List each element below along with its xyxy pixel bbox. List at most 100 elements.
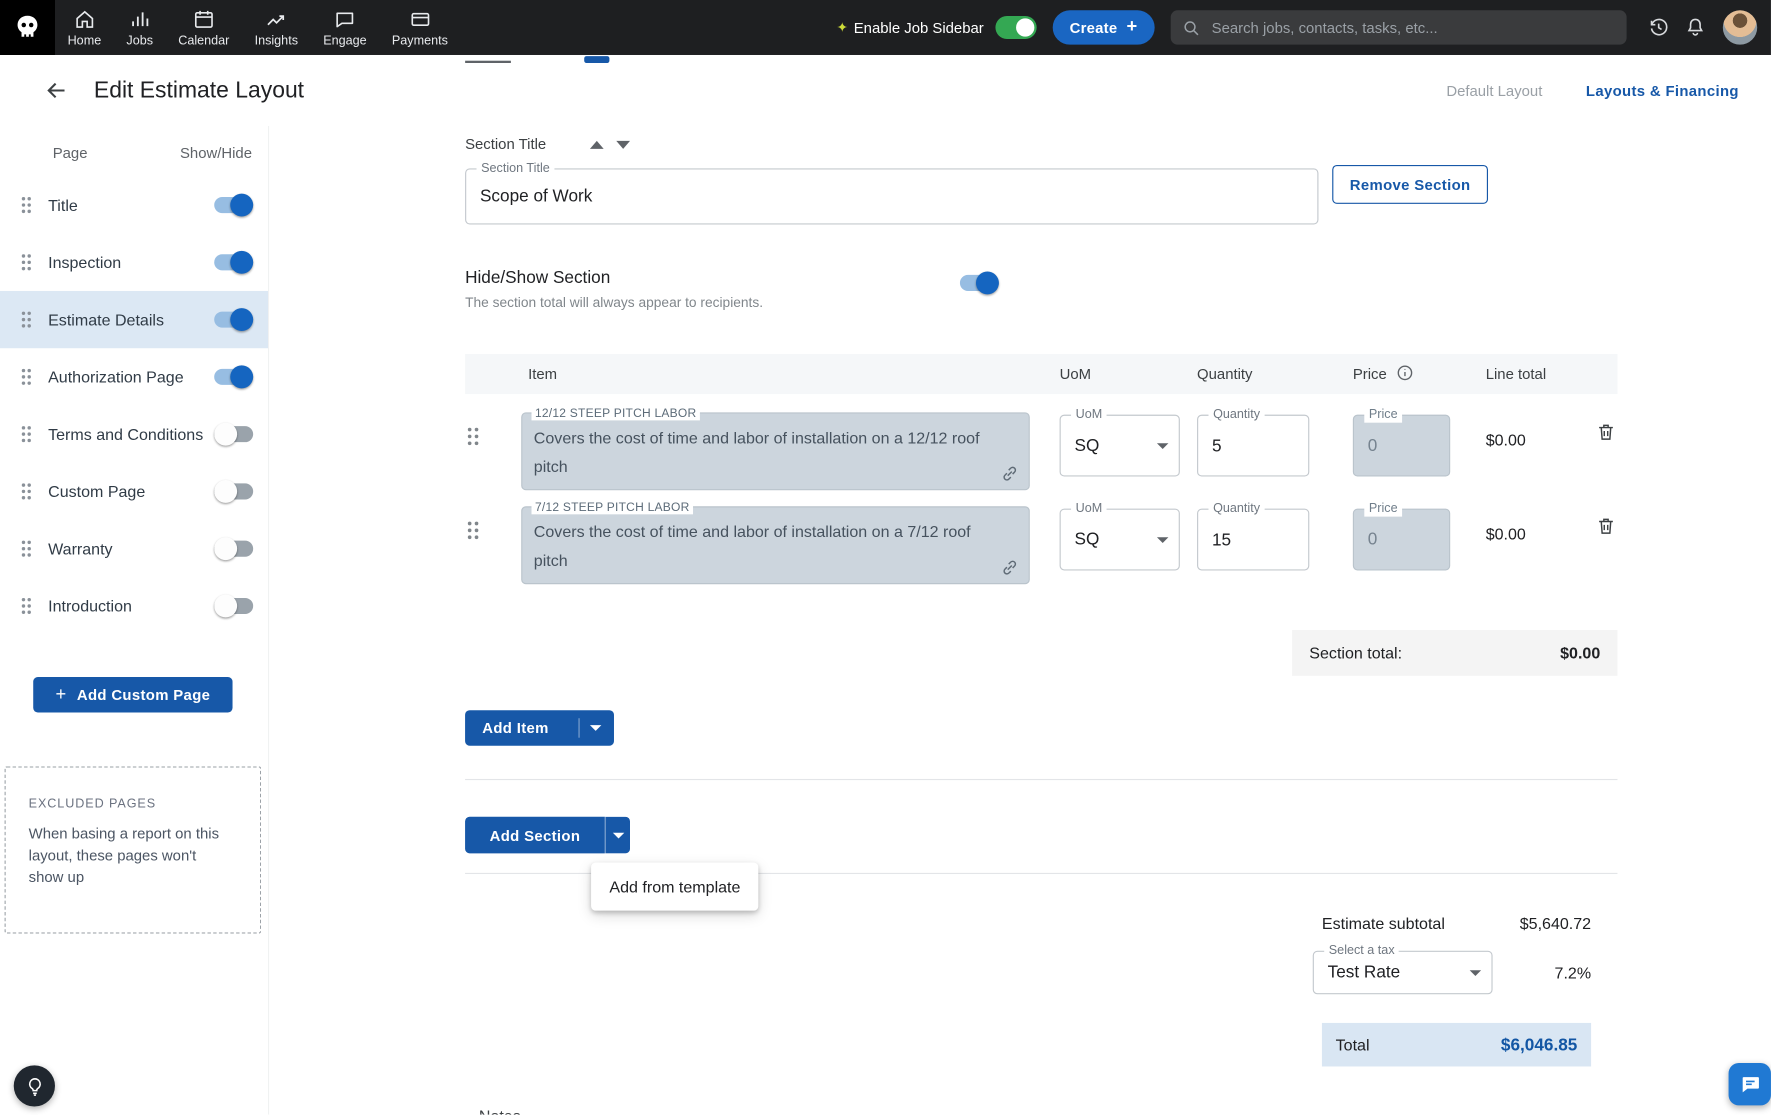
help-button[interactable] [13,1065,55,1107]
create-button[interactable]: Create + [1052,10,1155,45]
menu-item-add-from-template[interactable]: Add from template [591,877,740,895]
sidebar-item-label: Terms and Conditions [48,424,204,444]
move-section-down-icon[interactable] [616,140,631,149]
toggle-knob [214,537,238,561]
divider [465,778,1618,781]
navbar-right: ✦ Enable Job Sidebar Create + [836,10,1770,45]
nav-label: Jobs [126,33,154,48]
hide-show-section-toggle[interactable] [959,271,999,295]
remove-section-button[interactable]: Remove Section [1332,164,1489,204]
sidebar-item-custom-page[interactable]: Custom Page [0,463,268,520]
add-custom-page-button[interactable]: + Add Custom Page [33,676,233,713]
nav-item-insights[interactable]: Insights [242,0,311,55]
global-search[interactable] [1170,10,1627,45]
sidebar-item-estimate-details[interactable]: Estimate Details [0,290,269,349]
notifications-button[interactable] [1677,16,1714,39]
add-section-dropdown-button[interactable] [604,816,631,854]
top-navbar: Home Jobs Calendar Insights Engage Payme… [0,0,1771,55]
quantity-input[interactable] [1198,415,1309,476]
toggle-knob [230,365,254,389]
history-button[interactable] [1640,16,1677,39]
row-drag-handle-icon[interactable] [466,520,480,541]
chevron-down-icon [1156,443,1169,450]
delete-row-button[interactable] [1596,422,1617,443]
row-drag-handle-icon[interactable] [466,426,480,447]
section-title-field[interactable]: Section Title [465,161,1319,225]
show-hide-toggle[interactable] [214,250,254,274]
nav-item-jobs[interactable]: Jobs [114,0,166,55]
quantity-field[interactable]: Quantity [1197,407,1310,477]
sidebar-item-warranty[interactable]: Warranty [0,520,268,577]
link-icon[interactable] [1000,464,1019,483]
move-section-up-icon[interactable] [589,140,604,149]
price-value: 0 [1367,529,1378,550]
section-total-label: Section total: [1309,643,1403,663]
nav-item-calendar[interactable]: Calendar [166,0,242,55]
tax-select[interactable]: Select a tax Test Rate [1312,943,1493,995]
drag-handle-icon[interactable] [21,425,32,443]
drag-handle-icon[interactable] [21,310,32,328]
sidebar-item-inspection[interactable]: Inspection [0,234,268,291]
sidebar-item-introduction[interactable]: Introduction [0,577,268,634]
section-title-input[interactable] [466,169,1318,224]
add-custom-page-label: Add Custom Page [76,686,211,704]
show-hide-toggle[interactable] [214,193,254,217]
toggle-knob [230,193,254,217]
page-header-right: Default Layout Layouts & Financing [1446,82,1771,99]
lightbulb-icon [28,1077,41,1096]
sidebar-item-title[interactable]: Title [0,176,268,233]
add-section-label: Add Section [489,826,581,844]
search-input[interactable] [1209,17,1616,38]
delete-row-button[interactable] [1596,515,1617,536]
tax-select-label: Select a tax [1324,943,1400,959]
drag-handle-icon[interactable] [21,597,32,615]
app-logo[interactable] [0,0,55,55]
job-sidebar-toggle[interactable] [995,16,1037,39]
section-total-band: Section total: $0.00 [1292,630,1618,676]
page-header: Edit Estimate Layout Default Layout Layo… [0,54,1771,127]
show-hide-toggle[interactable] [214,365,254,389]
show-hide-toggle[interactable] [214,479,254,503]
uom-select[interactable]: UoM SQ [1059,501,1180,571]
quantity-input[interactable] [1198,509,1309,570]
app-logo-icon [17,15,38,37]
sidebar-item-label: Estimate Details [48,310,164,329]
trash-icon [1599,518,1613,534]
chat-button[interactable] [1728,1063,1771,1106]
show-hide-toggle[interactable] [214,422,254,446]
pages-sidebar: Page Show/Hide Title Inspection Estimate… [0,126,270,1115]
sidebar-item-terms-and-conditions[interactable]: Terms and Conditions [0,406,268,463]
nav-item-payments[interactable]: Payments [379,0,460,55]
add-item-button[interactable]: Add Item [465,710,614,746]
sidebar-item-label: Authorization Page [48,367,184,387]
toggle-knob [230,308,254,332]
sidebar-item-label: Introduction [48,596,132,616]
drag-handle-icon[interactable] [21,540,32,558]
nav-item-engage[interactable]: Engage [311,0,380,55]
link-icon[interactable] [1000,558,1019,577]
price-info-icon[interactable] [1395,363,1414,388]
col-item: Item [528,365,558,383]
item-description-field: 12/12 STEEP PITCH LABOR Covers the cost … [521,406,1030,491]
item-name-label: 12/12 STEEP PITCH LABOR [531,406,700,421]
show-hide-toggle[interactable] [214,594,254,618]
uom-select[interactable]: UoM SQ [1059,407,1180,477]
sidebar-item-authorization-page[interactable]: Authorization Page [0,348,268,405]
show-hide-toggle[interactable] [214,537,254,561]
nav-item-home[interactable]: Home [55,0,114,55]
user-avatar[interactable] [1722,10,1758,45]
drag-handle-icon[interactable] [21,253,32,271]
drag-handle-icon[interactable] [21,196,32,214]
back-button[interactable] [44,78,69,103]
drag-handle-icon[interactable] [21,482,32,500]
show-hide-toggle[interactable] [214,308,254,332]
quantity-field[interactable]: Quantity [1197,501,1310,571]
item-description-text: Covers the cost of time and labor of ins… [533,428,980,476]
tax-rate-value: 7.2% [1554,963,1592,982]
drag-handle-icon[interactable] [21,368,32,386]
nav-label: Calendar [178,33,230,48]
arrow-back-icon [47,82,65,99]
add-section-button[interactable]: Add Section [465,816,605,854]
col-uom: UoM [1059,365,1092,383]
layouts-financing-link[interactable]: Layouts & Financing [1586,82,1739,99]
